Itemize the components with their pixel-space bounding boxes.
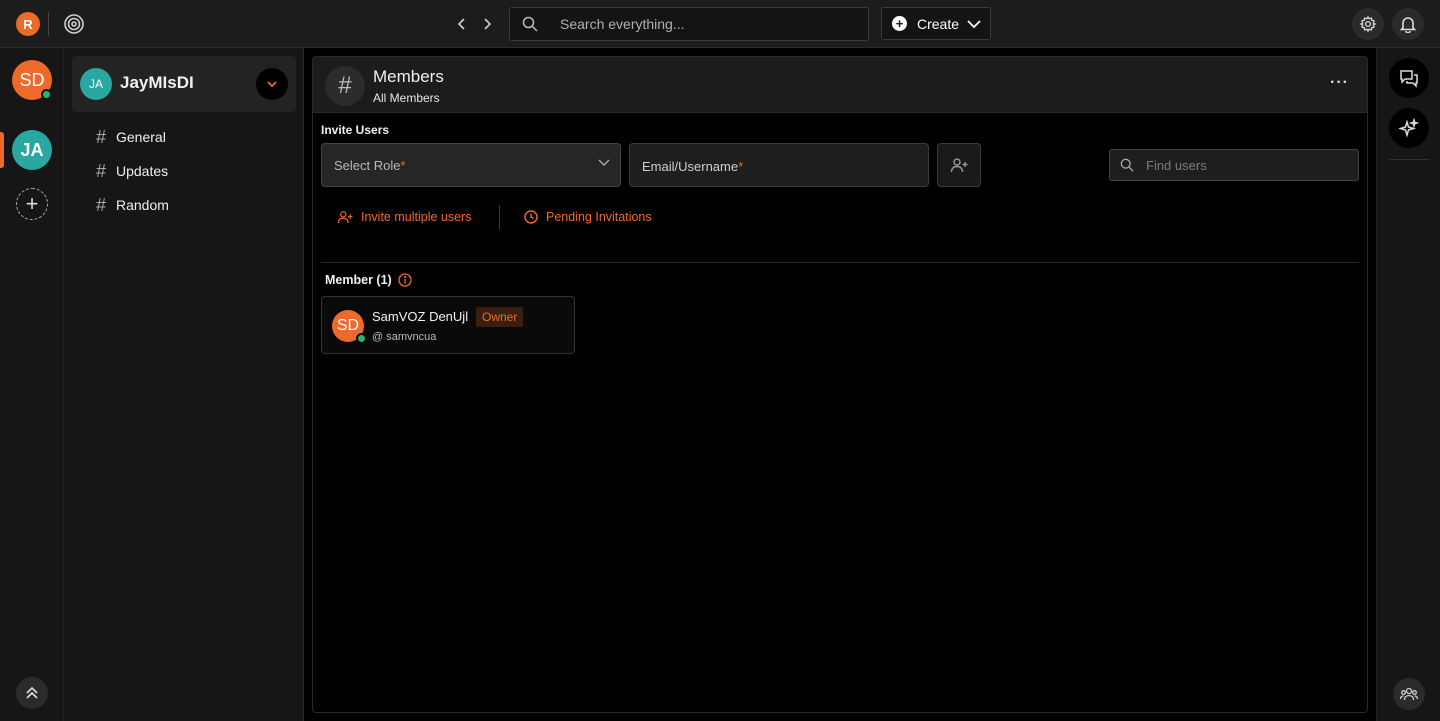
add-user-button[interactable] [937,143,981,187]
chevron-down-icon [598,159,610,167]
member-initials: SD [336,317,360,334]
search-icon [522,16,538,32]
channel-sidebar: JA JayMIsDI # General # Updates # Random [64,48,304,721]
more-options-icon[interactable]: ··· [1330,74,1349,92]
workspace-rail: SD JA + [0,48,64,721]
chevron-right-icon[interactable] [477,14,497,34]
sidebar-item-general[interactable]: # General [96,125,166,149]
action-divider [499,205,500,229]
app-logo[interactable]: R [16,12,40,36]
workspace-name: JayMIsDI [120,73,194,92]
hash-icon: # [96,126,107,147]
plus-icon: + [892,16,907,31]
pending-invitations-label: Pending Invitations [546,210,652,224]
member-card[interactable]: SD SamVOZ DenUjl Owner @ samvncua [321,296,575,354]
gear-icon[interactable] [1352,8,1384,40]
email-username-field[interactable]: Email/Username* [629,143,929,187]
channel-label: General [116,129,166,145]
hash-icon: # [96,194,107,215]
user-plus-icon [337,211,353,224]
add-workspace-button[interactable]: + [16,188,48,220]
right-rail [1376,48,1440,721]
invite-users-heading: Invite Users [321,123,390,137]
role-select[interactable]: Select Role* [321,143,621,187]
online-status-dot [41,89,52,100]
radar-icon[interactable] [60,10,88,38]
sidebar-item-updates[interactable]: # Updates [96,159,168,183]
find-users-search[interactable] [1109,149,1359,181]
clock-icon [524,210,538,224]
global-search[interactable] [509,7,869,41]
panel-header: # Members All Members ··· [313,57,1367,113]
bell-icon[interactable] [1392,8,1424,40]
chevron-down-icon [267,80,277,87]
workspace-header[interactable]: JA JayMIsDI [72,56,296,112]
section-divider [321,262,1359,263]
page-subtitle: All Members [373,91,440,105]
sidebar-item-random[interactable]: # Random [96,193,169,217]
top-bar: R + Create [0,0,1440,48]
channel-label: Random [116,197,169,213]
members-panel: # Members All Members ··· Invite Users S… [312,56,1368,713]
create-button[interactable]: + Create [881,7,991,40]
pending-invitations-button[interactable]: Pending Invitations [524,207,652,227]
channel-label: Updates [116,163,169,179]
rail-divider [1389,159,1429,160]
member-username: @ samvncua [372,331,437,343]
user-plus-icon [950,158,968,173]
users-icon[interactable] [1393,678,1425,710]
create-label: Create [917,15,960,32]
avatar: SD [332,310,367,344]
info-icon[interactable] [398,273,412,287]
chevron-down-icon [967,19,981,29]
find-users-input[interactable] [1146,150,1346,180]
member-count-heading: Member (1) [325,273,412,287]
chevrons-up-icon[interactable] [16,677,48,709]
role-badge: Owner [476,307,524,327]
sparkle-icon[interactable] [1389,108,1429,148]
chat-icon[interactable] [1389,58,1429,98]
page-title: Members [373,67,444,86]
hash-icon: # [96,160,107,181]
user-avatar[interactable]: SD [12,60,52,100]
online-status-dot [356,333,367,344]
invite-multiple-users-button[interactable]: Invite multiple users [337,207,471,227]
search-icon [1120,158,1134,172]
user-initials: SD [19,69,45,90]
role-placeholder: Select Role* [334,158,406,173]
workspace-avatar[interactable]: JA [12,130,52,170]
hash-icon: # [325,66,365,106]
active-workspace-indicator [0,132,4,168]
search-input[interactable] [560,8,860,40]
plus-icon: + [25,191,39,216]
workspace-avatar-small: JA [80,68,112,100]
chevron-left-icon[interactable] [452,14,472,34]
member-name: SamVOZ DenUjl [372,309,469,324]
top-divider [48,12,49,36]
invite-multiple-label: Invite multiple users [361,210,472,224]
workspace-menu-toggle[interactable] [256,68,288,100]
email-placeholder: Email/Username* [642,159,744,174]
